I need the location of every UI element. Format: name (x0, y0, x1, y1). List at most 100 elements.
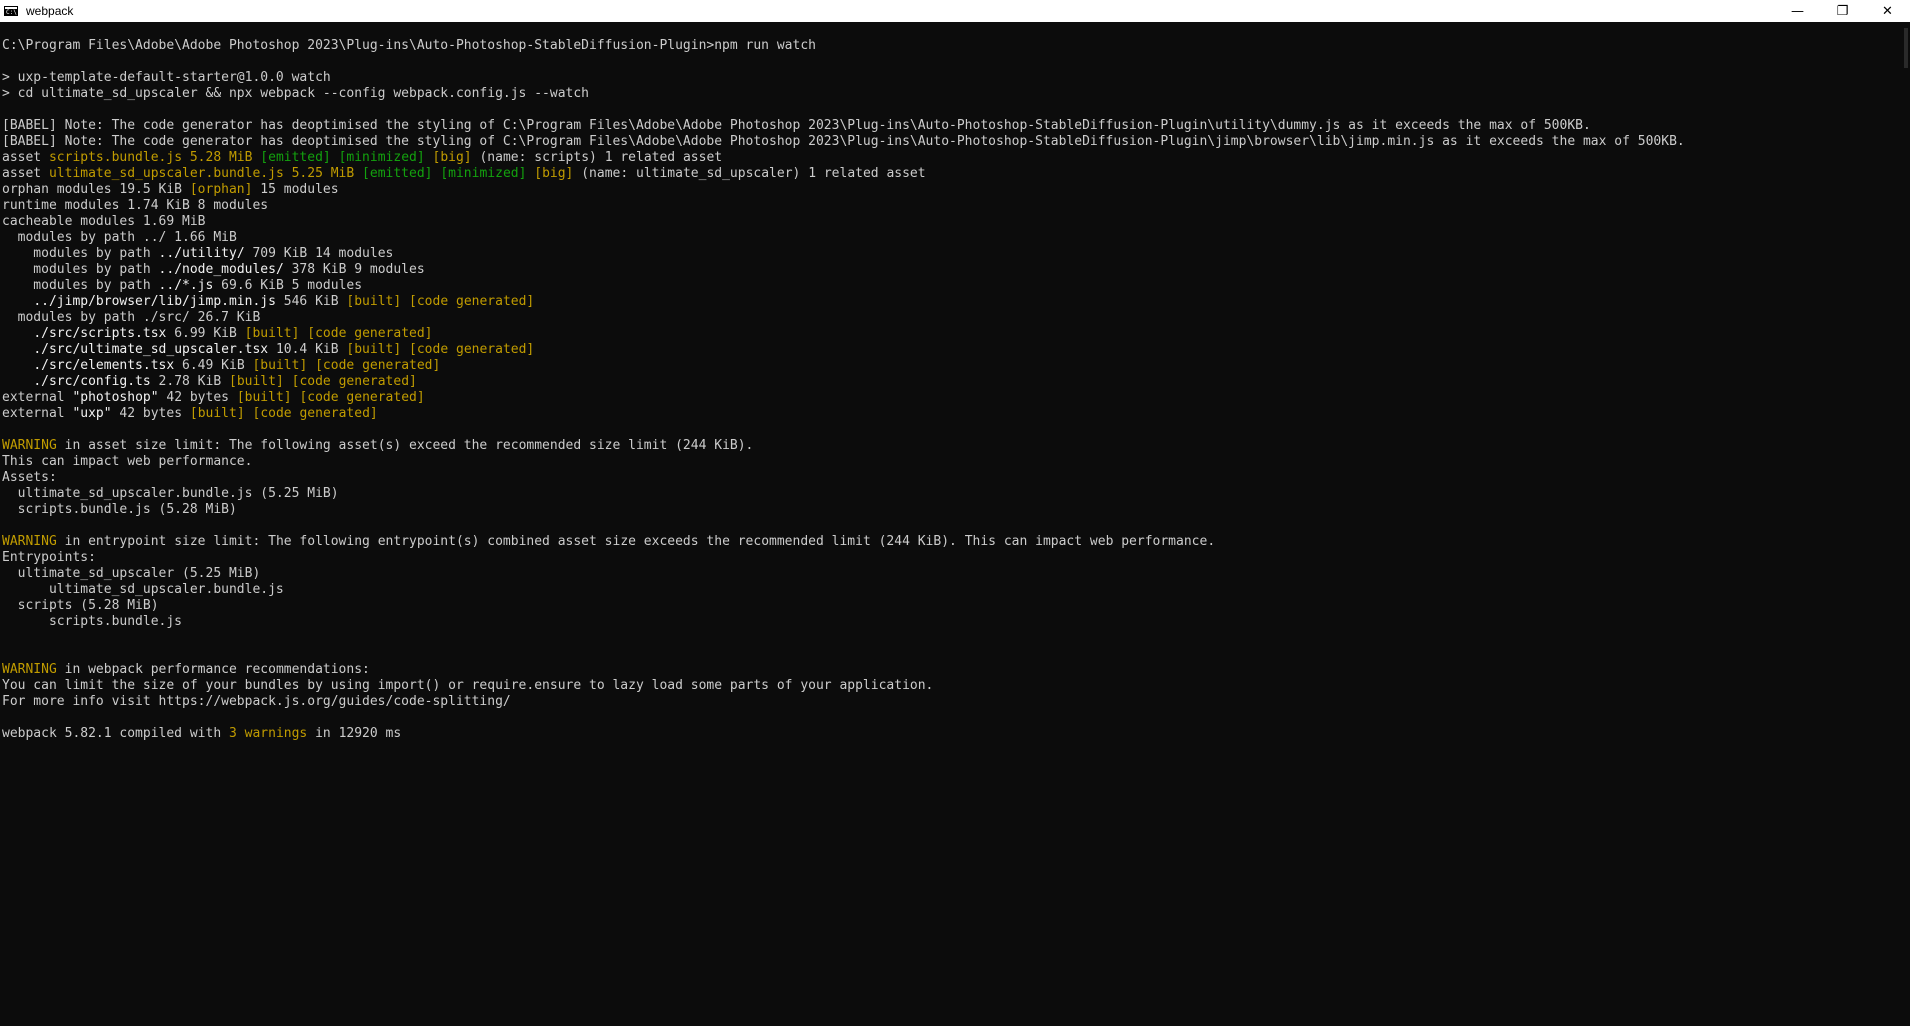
console-text: scripts (5.28 MiB) (2, 598, 159, 613)
console-text: "uxp" (72, 406, 112, 421)
console-text: This can impact web performance. (2, 454, 253, 469)
console-line: runtime modules 1.74 KiB 8 modules (2, 198, 1902, 214)
console-line: [BABEL] Note: The code generator has deo… (2, 134, 1902, 150)
console-text: [BABEL] Note: The code generator has deo… (2, 134, 1685, 149)
console-text: WARNING (2, 534, 57, 549)
console-text: in entrypoint size limit: The following … (56, 534, 1216, 549)
console-text: 546 KiB (275, 294, 347, 309)
console-text: 42 bytes (158, 390, 237, 405)
console-text: ../node_modules/ (158, 262, 284, 277)
console-text: [code generated] (291, 374, 417, 389)
window-title: webpack (26, 4, 74, 18)
console-text: ./src/ultimate_sd_upscaler.tsx (33, 342, 269, 357)
console-text: [emitted] (362, 166, 433, 181)
console-text: > uxp-template-default-starter@1.0.0 wat… (2, 70, 331, 85)
console-line: C:\Program Files\Adobe\Adobe Photoshop 2… (2, 38, 1902, 54)
console-line: ./src/config.ts 2.78 KiB [built] [code g… (2, 374, 1902, 390)
console-text: webpack 5.82.1 compiled with (2, 726, 229, 741)
console-text: ultimate_sd_upscaler.bundle.js (2, 582, 284, 597)
console-text: ./src/elements.tsx (33, 358, 175, 373)
console-text: external (2, 390, 73, 405)
console-text: [big] (432, 150, 472, 165)
console-text: ../utility/ (158, 246, 245, 261)
console-text: 709 KiB 14 modules (244, 246, 394, 261)
console-text: [emitted] (260, 150, 331, 165)
console-line: scripts.bundle.js (2, 614, 1902, 630)
console-text: ultimate_sd_upscaler.bundle.js (5.25 MiB… (2, 486, 339, 501)
console-line: This can impact web performance. (2, 454, 1902, 470)
console-text: C:\Program Files\Adobe\Adobe Photoshop 2… (2, 38, 816, 53)
console-text: [built] (346, 294, 402, 309)
minimize-button[interactable]: — (1775, 0, 1820, 22)
console-line: asset scripts.bundle.js 5.28 MiB [emitte… (2, 150, 1902, 166)
console-line: external "photoshop" 42 bytes [built] [c… (2, 390, 1902, 406)
console-text: 3 warnings (228, 726, 308, 741)
console-text: WARNING (2, 438, 57, 453)
console-line: modules by path ../ 1.66 MiB (2, 230, 1902, 246)
console-line: ./src/ultimate_sd_upscaler.tsx 10.4 KiB … (2, 342, 1902, 358)
console-line: scripts.bundle.js (5.28 MiB) (2, 502, 1902, 518)
console-line: WARNING in asset size limit: The followi… (2, 438, 1902, 454)
console-text: You can limit the size of your bundles b… (2, 678, 934, 693)
console-text: [minimized] (338, 150, 425, 165)
console-line: > cd ultimate_sd_upscaler && npx webpack… (2, 86, 1902, 102)
console-line: webpack 5.82.1 compiled with 3 warnings … (2, 726, 1902, 742)
console-text: [built] (252, 358, 308, 373)
console-text: ../jimp/browser/lib/jimp.min.js (33, 294, 276, 309)
console-app-icon: C:\ (4, 6, 18, 16)
close-button[interactable]: ✕ (1865, 0, 1910, 22)
console-text: Entrypoints: (2, 550, 96, 565)
console-text: 10.4 KiB (268, 342, 347, 357)
console-text: ./src/config.ts (33, 374, 151, 389)
console-text: [code generated] (307, 326, 433, 341)
console-line: ../jimp/browser/lib/jimp.min.js 546 KiB … (2, 294, 1902, 310)
console-line: modules by path ../*.js 69.6 KiB 5 modul… (2, 278, 1902, 294)
console-line: ./src/scripts.tsx 6.99 KiB [built] [code… (2, 326, 1902, 342)
console-text: WARNING (2, 662, 57, 677)
console-line: modules by path ./src/ 26.7 KiB (2, 310, 1902, 326)
console-text: [built] (229, 374, 284, 389)
console-text: [BABEL] Note: The code generator has deo… (2, 118, 1591, 133)
console-text: scripts.bundle.js (2, 614, 183, 629)
console-text: [code generated] (252, 406, 378, 421)
console-text: in 12920 ms (307, 726, 402, 741)
window-controls: — ❐ ✕ (1775, 0, 1910, 22)
console-text: external (2, 406, 73, 421)
restore-button[interactable]: ❐ (1820, 0, 1865, 22)
console-line: Assets: (2, 470, 1902, 486)
console-line: You can limit the size of your bundles b… (2, 678, 1902, 694)
console-text: 69.6 KiB 5 modules (213, 278, 363, 293)
console-text: orphan modules 19.5 KiB (2, 182, 190, 197)
console-text: ultimate_sd_upscaler.bundle.js 5.25 MiB (48, 166, 355, 181)
console-line: WARNING in webpack performance recommend… (2, 662, 1902, 678)
console-line: Entrypoints: (2, 550, 1902, 566)
console-text: ./src/scripts.tsx (33, 326, 167, 341)
console-line: [BABEL] Note: The code generator has deo… (2, 118, 1902, 134)
console-output[interactable]: C:\Program Files\Adobe\Adobe Photoshop 2… (0, 22, 1902, 1026)
console-text: modules by path ./src/ 26.7 KiB (2, 310, 261, 325)
console-text: modules by path ../ 1.66 MiB (2, 230, 237, 245)
console-line: ultimate_sd_upscaler (5.25 MiB) (2, 566, 1902, 582)
console-text: 378 KiB 9 modules (283, 262, 425, 277)
console-text: in asset size limit: The following asset… (56, 438, 754, 453)
scrollbar-thumb[interactable] (1904, 28, 1908, 68)
vertical-scrollbar[interactable] (1902, 22, 1910, 1026)
console-text: ultimate_sd_upscaler (5.25 MiB) (2, 566, 261, 581)
console-line: ./src/elements.tsx 6.49 KiB [built] [cod… (2, 358, 1902, 374)
console-line: ultimate_sd_upscaler.bundle.js (5.25 MiB… (2, 486, 1902, 502)
console-text: asset (2, 150, 49, 165)
console-text: 6.49 KiB (174, 358, 253, 373)
console-text: [orphan] (189, 182, 253, 197)
console-line: external "uxp" 42 bytes [built] [code ge… (2, 406, 1902, 422)
title-bar[interactable]: C:\ webpack — ❐ ✕ (0, 0, 1910, 22)
